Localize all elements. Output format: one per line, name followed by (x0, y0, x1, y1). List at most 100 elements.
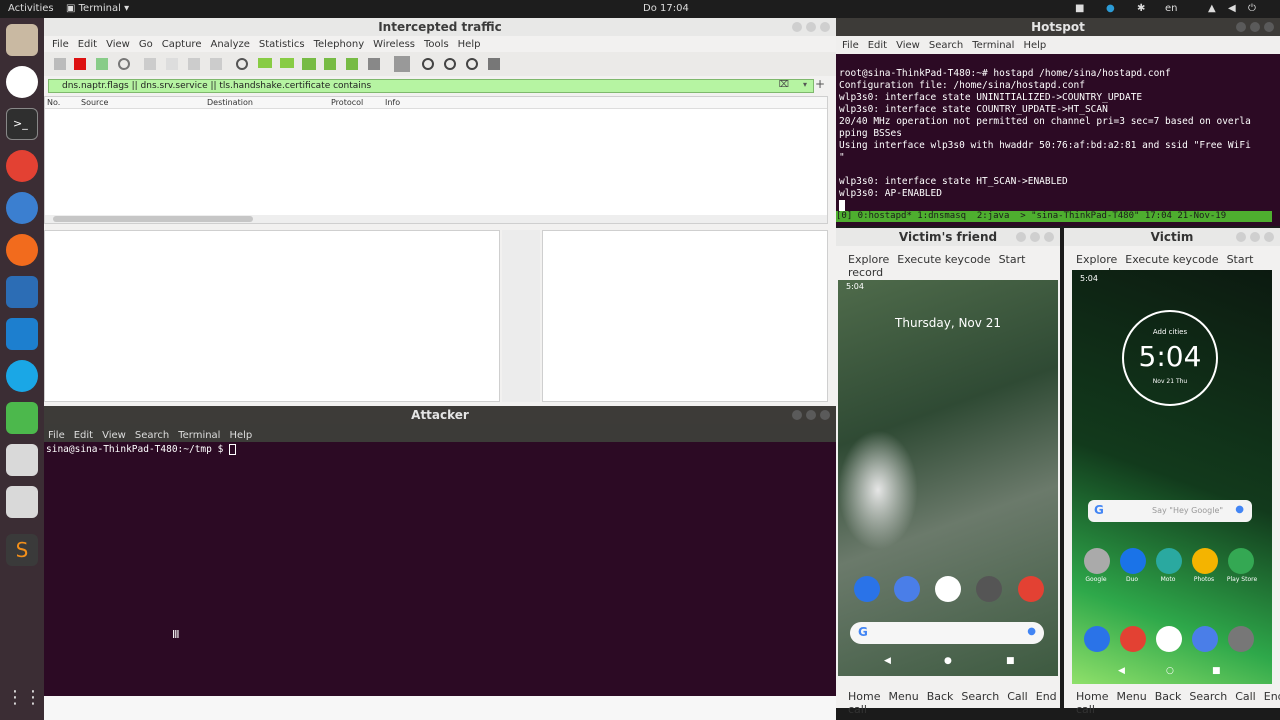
nav-back-icon[interactable]: ◀ (1118, 666, 1125, 676)
google-folder-icon[interactable] (1084, 548, 1110, 574)
call-button[interactable]: Call (1007, 690, 1028, 703)
menu-file[interactable]: File (48, 430, 65, 441)
xmind-icon[interactable] (6, 402, 38, 434)
back-button[interactable]: Back (927, 690, 954, 703)
maximize-button[interactable] (806, 410, 816, 420)
skype-icon[interactable] (6, 360, 38, 392)
shark-fin-icon[interactable] (54, 58, 66, 70)
nav-home-icon[interactable]: ● (944, 656, 952, 666)
menu-capture[interactable]: Capture (162, 39, 202, 50)
colorize-icon[interactable] (394, 56, 410, 72)
explore-button[interactable]: Explore (848, 253, 889, 266)
firefox-icon[interactable] (6, 234, 38, 266)
zoom-normal-icon[interactable] (466, 58, 478, 70)
menu-analyze[interactable]: Analyze (210, 39, 249, 50)
close-button[interactable] (1264, 22, 1274, 32)
minimize-button[interactable] (792, 22, 802, 32)
google-app-icon[interactable] (1156, 626, 1182, 652)
call-button[interactable]: Call (1235, 690, 1256, 703)
maximize-button[interactable] (806, 22, 816, 32)
col-info[interactable]: Info (385, 98, 400, 107)
home-button[interactable]: Home (848, 690, 880, 703)
scrollbar-thumb[interactable] (53, 216, 253, 222)
close-button[interactable] (1264, 232, 1274, 242)
minimize-button[interactable] (1236, 232, 1246, 242)
packet-details-pane[interactable] (44, 230, 500, 402)
go-to-packet-icon[interactable] (302, 58, 316, 70)
menu-button[interactable]: Menu (1116, 690, 1146, 703)
slack-icon[interactable] (6, 66, 38, 98)
terminal-icon[interactable]: >_ (6, 108, 38, 140)
open-file-icon[interactable] (144, 58, 156, 70)
minimize-button[interactable] (792, 410, 802, 420)
sublime-icon[interactable]: S (6, 534, 38, 566)
moto-clock-widget[interactable]: Add cities 5:04 Nov 21 Thu (1122, 310, 1218, 406)
filter-dropdown-icon[interactable]: ▾ (803, 80, 807, 89)
friend-phone-screen[interactable]: 5:04 Thursday, Nov 21 G ● ◀ ● ■ (838, 280, 1058, 676)
bluetooth-icon[interactable]: ✱ (1137, 3, 1145, 14)
phone-app-icon[interactable] (1084, 626, 1110, 652)
menu-search[interactable]: Search (929, 40, 963, 51)
menu-view[interactable]: View (896, 40, 920, 51)
col-destination[interactable]: Destination (207, 98, 253, 107)
mic-icon[interactable]: ● (1235, 504, 1244, 515)
messages-app-icon[interactable] (1192, 626, 1218, 652)
nav-recent-icon[interactable]: ■ (1006, 656, 1015, 666)
files-icon[interactable] (6, 24, 38, 56)
explore-button[interactable]: Explore (1076, 253, 1117, 266)
close-button[interactable] (820, 22, 830, 32)
add-filter-button[interactable]: + (815, 77, 825, 91)
play-store-icon[interactable] (935, 576, 961, 602)
camera-icon[interactable]: ■ (1075, 3, 1084, 14)
zoom-in-icon[interactable] (422, 58, 434, 70)
maximize-button[interactable] (1030, 232, 1040, 242)
menu-file[interactable]: File (842, 40, 859, 51)
play-store-app-icon[interactable] (1228, 548, 1254, 574)
close-file-icon[interactable] (188, 58, 200, 70)
nav-home-icon[interactable]: ○ (1166, 666, 1174, 676)
packet-list[interactable]: No. Source Destination Protocol Info (44, 96, 828, 224)
menu-help[interactable]: Help (229, 430, 252, 441)
maximize-button[interactable] (1250, 232, 1260, 242)
messages-app-icon[interactable] (894, 576, 920, 602)
search-button[interactable]: Search (961, 690, 999, 703)
col-source[interactable]: Source (81, 98, 108, 107)
save-file-icon[interactable] (166, 58, 178, 70)
packet-bytes-pane[interactable] (542, 230, 828, 402)
reload-icon[interactable] (210, 58, 222, 70)
app-menu-terminal[interactable]: ▣ Terminal ▾ (66, 3, 129, 14)
horizontal-scrollbar[interactable] (45, 215, 827, 223)
chrome-app-icon[interactable] (1120, 626, 1146, 652)
menu-wireless[interactable]: Wireless (373, 39, 415, 50)
close-button[interactable] (1044, 232, 1054, 242)
go-forward-icon[interactable] (280, 58, 294, 68)
resize-columns-icon[interactable] (488, 58, 500, 70)
menu-help[interactable]: Help (1023, 40, 1046, 51)
home-date[interactable]: Thursday, Nov 21 (838, 316, 1058, 330)
duo-app-icon[interactable] (1120, 548, 1146, 574)
android-app-icon[interactable] (6, 444, 38, 476)
last-packet-icon[interactable] (346, 58, 358, 70)
android-app-2-icon[interactable] (6, 486, 38, 518)
first-packet-icon[interactable] (324, 58, 336, 70)
nav-back-icon[interactable]: ◀ (884, 656, 891, 666)
menu-help[interactable]: Help (458, 39, 481, 50)
language-indicator[interactable]: en (1165, 3, 1178, 14)
col-no[interactable]: No. (47, 98, 60, 107)
menu-telephony[interactable]: Telephony (314, 39, 365, 50)
pane-divider[interactable] (502, 230, 540, 402)
clock[interactable]: Do 17:04 (643, 3, 689, 14)
menu-statistics[interactable]: Statistics (259, 39, 305, 50)
google-search-bar[interactable]: G ● (850, 622, 1044, 644)
moto-app-icon[interactable] (1156, 548, 1182, 574)
attacker-prompt-line[interactable]: sina@sina-ThinkPad-T480:~/tmp $ (46, 444, 237, 456)
nav-recent-icon[interactable]: ■ (1212, 666, 1221, 676)
volume-icon[interactable]: ◀ (1228, 3, 1236, 14)
minimize-button[interactable] (1016, 232, 1026, 242)
assistant-icon[interactable]: ● (1027, 626, 1036, 637)
victim-phone-screen[interactable]: 5:04 Add cities 5:04 Nov 21 Thu G Say "H… (1072, 270, 1272, 684)
stop-capture-icon[interactable] (74, 58, 86, 70)
back-button[interactable]: Back (1155, 690, 1182, 703)
phone-app-icon[interactable] (854, 576, 880, 602)
menu-search[interactable]: Search (135, 430, 169, 441)
